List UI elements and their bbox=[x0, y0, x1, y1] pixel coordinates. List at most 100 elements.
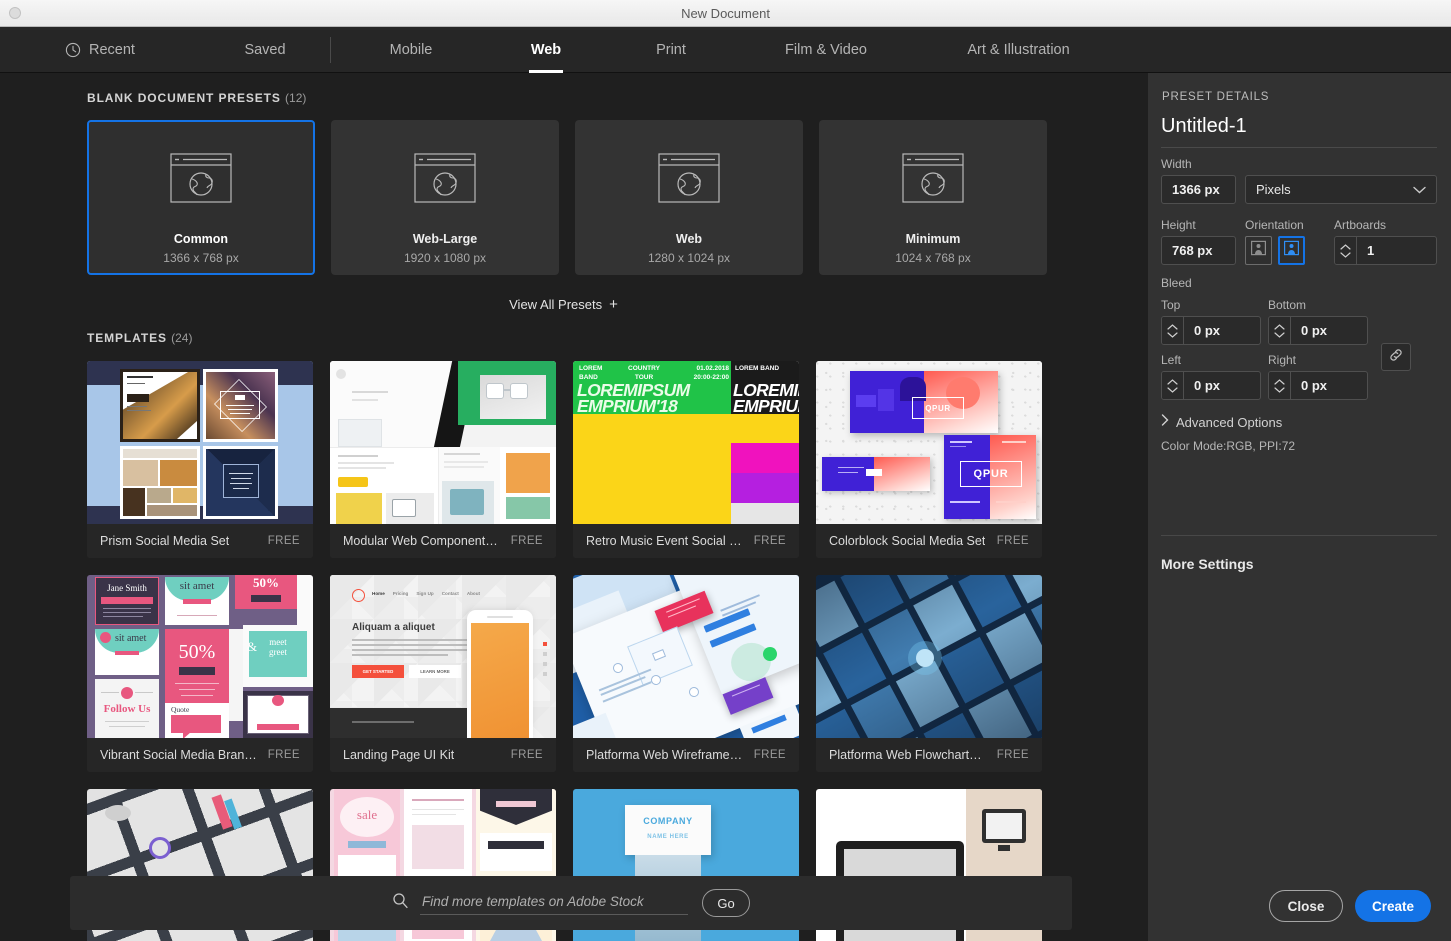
preset-details-panel: PRESET DETAILS Width 1366 px Pixels Heig… bbox=[1148, 73, 1451, 941]
preset-card-minimum-name: Minimum bbox=[906, 232, 961, 246]
bleed-bottom-arrows[interactable] bbox=[1269, 317, 1291, 344]
template-thumbnail-colorblock: QPUR QPUR bbox=[816, 361, 1042, 524]
preset-card-web-large-name: Web-Large bbox=[413, 232, 477, 246]
tab-film-video-label: Film & Video bbox=[785, 42, 867, 58]
vibrant-greet: greet bbox=[269, 647, 287, 657]
tab-mobile[interactable]: Mobile bbox=[331, 27, 491, 73]
templates-count: (24) bbox=[171, 331, 192, 345]
artboards-label: Artboards bbox=[1334, 218, 1386, 232]
template-title: Colorblock Social Media Set bbox=[829, 534, 985, 548]
artboards-stepper[interactable]: 1 bbox=[1334, 236, 1437, 265]
vibrant-sitamet-2: sit amet bbox=[101, 633, 165, 644]
adobe-stock-search-bar: Go bbox=[70, 876, 1072, 930]
preset-card-common-dims: 1366 x 768 px bbox=[163, 251, 238, 265]
vibrant-amp: & bbox=[247, 639, 257, 655]
artboards-value: 1 bbox=[1357, 237, 1436, 264]
tab-print[interactable]: Print bbox=[601, 27, 741, 73]
close-button[interactable]: Close bbox=[1269, 890, 1343, 922]
template-card[interactable]: Platforma Web Flowcharts Kit FREE bbox=[816, 575, 1042, 772]
sale-label: sale bbox=[340, 807, 394, 823]
create-button[interactable]: Create bbox=[1355, 890, 1431, 922]
vibrant-name-2: Jane Smith bbox=[243, 709, 313, 719]
more-settings-button[interactable]: More Settings bbox=[1161, 556, 1254, 572]
preset-card-minimum[interactable]: Minimum 1024 x 768 px bbox=[819, 120, 1047, 275]
template-card[interactable]: Modular Web Components Set FREE bbox=[330, 361, 556, 558]
window-titlebar: New Document bbox=[0, 0, 1451, 27]
template-price-badge: FREE bbox=[511, 749, 543, 761]
vibrant-discount-top: 50% bbox=[235, 575, 297, 591]
blank-presets-count: (12) bbox=[285, 91, 306, 105]
height-input[interactable]: 768 px bbox=[1161, 236, 1236, 265]
template-card[interactable]: Prism Social Media Set FREE bbox=[87, 361, 313, 558]
template-thumbnail-vibrant: Jane Smith sit amet 50% bbox=[87, 575, 313, 738]
units-select[interactable]: Pixels bbox=[1245, 175, 1437, 204]
search-input[interactable] bbox=[420, 891, 688, 915]
dialog-action-buttons: Close Create bbox=[1269, 890, 1431, 922]
preset-card-web[interactable]: Web 1280 x 1024 px bbox=[575, 120, 803, 275]
template-price-badge: FREE bbox=[268, 749, 300, 761]
tab-print-label: Print bbox=[656, 42, 686, 58]
landing-cta-secondary: LEARN MORE bbox=[409, 665, 461, 678]
company-line-2: NAME HERE bbox=[647, 834, 688, 840]
preset-card-common-name: Common bbox=[174, 232, 228, 246]
tab-art-illustration-label: Art & Illustration bbox=[967, 42, 1069, 58]
template-thumbnail-modular bbox=[330, 361, 556, 524]
bleed-bottom-value: 0 px bbox=[1291, 317, 1367, 344]
bleed-top-label: Top bbox=[1161, 298, 1180, 312]
document-name-field[interactable] bbox=[1161, 115, 1437, 148]
bleed-link-toggle[interactable] bbox=[1381, 343, 1411, 371]
chevron-right-icon bbox=[1161, 413, 1169, 431]
template-thumbnail-retro: LOREM BAND COUNTRY TOUR 01.02.2018 20:00… bbox=[573, 361, 799, 524]
search-icon bbox=[392, 892, 409, 914]
bleed-right-arrows[interactable] bbox=[1269, 372, 1291, 399]
template-thumbnail-prism bbox=[87, 361, 313, 524]
bleed-top-arrows[interactable] bbox=[1162, 317, 1184, 344]
tab-saved-label: Saved bbox=[244, 42, 285, 58]
units-selected-value: Pixels bbox=[1256, 182, 1291, 197]
advanced-options-toggle[interactable]: Advanced Options bbox=[1161, 413, 1282, 431]
artboards-stepper-arrows[interactable] bbox=[1335, 237, 1357, 264]
template-price-badge: FREE bbox=[997, 535, 1029, 547]
bleed-right-stepper[interactable]: 0 px bbox=[1268, 371, 1368, 400]
web-page-globe-icon bbox=[657, 152, 721, 204]
view-all-presets-button[interactable]: View All Presets+ bbox=[0, 296, 1127, 313]
category-tabbar: Recent Saved Mobile Web Print Film & Vid… bbox=[0, 27, 1451, 73]
vibrant-follow: Follow Us bbox=[95, 703, 159, 715]
chevron-down-icon bbox=[1413, 182, 1426, 197]
template-thumbnail-landing: Home Pricing Sign Up Contact About Aliqu… bbox=[330, 575, 556, 738]
template-card[interactable]: Platforma Web Wireframe Kit FREE bbox=[573, 575, 799, 772]
bleed-bottom-stepper[interactable]: 0 px bbox=[1268, 316, 1368, 345]
preset-card-web-large-dims: 1920 x 1080 px bbox=[404, 251, 486, 265]
preset-card-common[interactable]: Common 1366 x 768 px bbox=[87, 120, 315, 275]
orientation-portrait-button[interactable] bbox=[1278, 236, 1305, 265]
template-card[interactable]: LOREM BAND COUNTRY TOUR 01.02.2018 20:00… bbox=[573, 361, 799, 558]
search-go-button[interactable]: Go bbox=[702, 889, 750, 917]
preset-card-web-large[interactable]: Web-Large 1920 x 1080 px bbox=[331, 120, 559, 275]
tab-web-label: Web bbox=[531, 42, 561, 58]
height-value: 768 px bbox=[1172, 243, 1212, 258]
tab-recent[interactable]: Recent bbox=[0, 27, 200, 73]
window-close-button[interactable] bbox=[9, 7, 21, 19]
colorblock-logo-2: QPUR bbox=[960, 461, 1022, 487]
template-card[interactable]: Home Pricing Sign Up Contact About Aliqu… bbox=[330, 575, 556, 772]
preset-details-heading: PRESET DETAILS bbox=[1162, 91, 1269, 103]
bleed-left-arrows[interactable] bbox=[1162, 372, 1184, 399]
tab-saved[interactable]: Saved bbox=[200, 27, 330, 73]
templates-heading-label: TEMPLATES bbox=[87, 331, 167, 345]
template-card[interactable]: QPUR QPUR Colorblock Social Media Set bbox=[816, 361, 1042, 558]
tab-film-video[interactable]: Film & Video bbox=[741, 27, 911, 73]
bleed-top-stepper[interactable]: 0 px bbox=[1161, 316, 1261, 345]
tab-art-illustration[interactable]: Art & Illustration bbox=[911, 27, 1126, 73]
link-icon bbox=[1388, 347, 1404, 368]
retro-time-label: 20:00-22:00 bbox=[694, 374, 729, 381]
orientation-landscape-button[interactable] bbox=[1245, 236, 1272, 265]
preset-card-minimum-dims: 1024 x 768 px bbox=[895, 251, 970, 265]
width-input[interactable]: 1366 px bbox=[1161, 175, 1236, 204]
bleed-left-stepper[interactable]: 0 px bbox=[1161, 371, 1261, 400]
tab-web[interactable]: Web bbox=[491, 27, 601, 73]
template-card[interactable]: Jane Smith sit amet 50% bbox=[87, 575, 313, 772]
template-card-footer: Platforma Web Flowcharts Kit FREE bbox=[816, 738, 1042, 772]
landing-nav-pricing: Pricing bbox=[393, 591, 409, 596]
preset-card-web-name: Web bbox=[676, 232, 702, 246]
template-card-footer: Prism Social Media Set FREE bbox=[87, 524, 313, 558]
